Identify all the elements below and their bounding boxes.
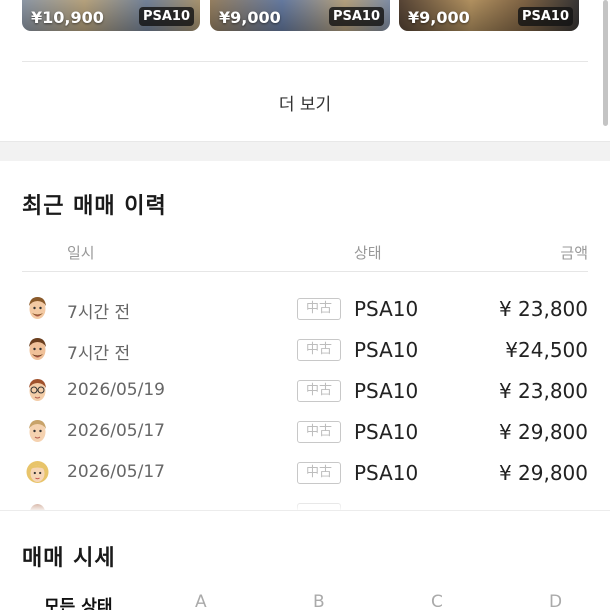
trade-list: 7시간 전 中古 PSA10 ¥ 23,800 7시간 전 中古 PSA10 ¥… <box>0 288 610 510</box>
man-avatar-icon <box>29 338 46 360</box>
product-card[interactable]: ¥10,900 PSA10 <box>22 0 200 31</box>
trade-date: 7시간 전 <box>67 303 131 323</box>
trade-date: 7시간 전 <box>67 344 131 364</box>
trade-date: 2026/05/17 <box>67 462 165 482</box>
condition-badge: 中古 <box>297 462 341 484</box>
trade-grade: PSA10 <box>354 420 419 444</box>
grade-badge: PSA10 <box>328 7 384 26</box>
filter-d[interactable]: D <box>549 592 562 610</box>
trade-grade: PSA10 <box>354 338 419 362</box>
header-date: 일시 <box>67 244 95 262</box>
table-row[interactable]: 7시간 전 中古 PSA10 ¥24,500 <box>0 329 610 370</box>
divider <box>0 510 610 511</box>
condition-filter-tabs: 모든 상태 A B C D <box>0 592 610 610</box>
trade-amount: ¥24,500 <box>505 338 588 362</box>
trade-amount: ¥ 29,800 <box>498 461 588 485</box>
man-glasses-avatar-icon <box>29 379 46 401</box>
condition-badge: 中古 <box>297 339 341 361</box>
recent-trades-title: 최근 매매 이력 <box>22 194 167 219</box>
section-separator <box>0 141 610 161</box>
filter-c[interactable]: C <box>431 592 443 610</box>
table-row[interactable]: 7시간 전 中古 PSA10 ¥ 23,800 <box>0 288 610 329</box>
trade-grade: PSA10 <box>354 461 419 485</box>
woman-avatar-icon <box>26 461 49 483</box>
header-status: 상태 <box>354 244 382 262</box>
trade-amount: ¥ 23,800 <box>498 379 588 403</box>
table-header: 일시 상태 금액 <box>0 242 610 262</box>
table-row[interactable]: 2026/05/19 中古 PSA10 ¥ 23,800 <box>0 370 610 411</box>
trade-amount: ¥ 29,800 <box>498 420 588 444</box>
filter-all[interactable]: 모든 상태 <box>44 592 112 610</box>
divider <box>22 271 588 272</box>
grade-badge: PSA10 <box>517 7 573 26</box>
divider <box>22 61 588 62</box>
see-more-button[interactable]: 더 보기 <box>0 90 610 115</box>
condition-badge: 中古 <box>297 298 341 320</box>
product-card[interactable]: ¥9,000 PSA10 <box>399 0 579 31</box>
man-avatar-icon <box>29 420 46 442</box>
table-row[interactable]: 2026/05/17 中古 PSA10 ¥ 29,800 <box>0 452 610 493</box>
market-price-title: 매매 시세 <box>22 546 116 571</box>
trade-date: 2026/05/19 <box>67 380 165 400</box>
grade-badge: PSA10 <box>138 7 194 26</box>
filter-a[interactable]: A <box>195 592 207 610</box>
product-price: ¥10,900 <box>31 8 104 27</box>
man-avatar-icon <box>29 297 46 319</box>
condition-badge: 中古 <box>297 421 341 443</box>
trade-grade: PSA10 <box>354 297 419 321</box>
product-card-strip: ¥10,900 PSA10 ¥9,000 PSA10 ¥9,000 PSA10 <box>0 0 610 32</box>
table-row[interactable]: 2026/05/17 中古 PSA10 ¥ 29,800 <box>0 411 610 452</box>
product-price: ¥9,000 <box>408 8 470 27</box>
product-card[interactable]: ¥9,000 PSA10 <box>210 0 390 31</box>
product-price: ¥9,000 <box>219 8 281 27</box>
trade-date: 2026/05/17 <box>67 421 165 441</box>
filter-b[interactable]: B <box>313 592 325 610</box>
header-amount: 금액 <box>560 244 588 262</box>
trade-amount: ¥ 23,800 <box>498 297 588 321</box>
condition-badge: 中古 <box>297 380 341 402</box>
trade-grade: PSA10 <box>354 379 419 403</box>
